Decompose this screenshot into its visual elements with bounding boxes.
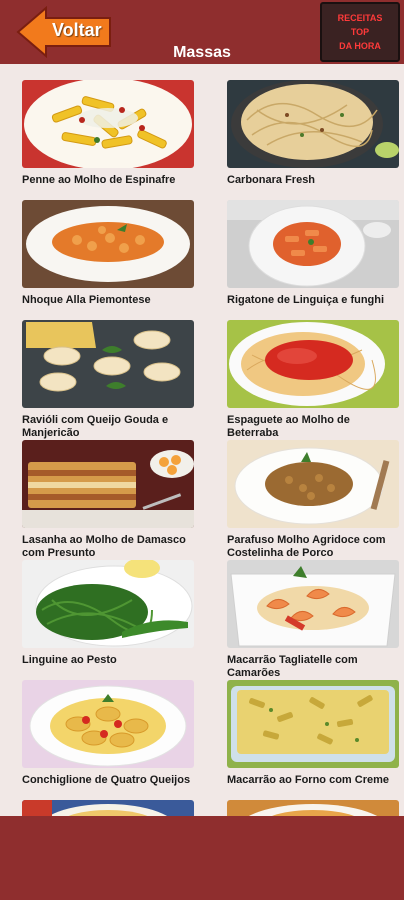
conchiglione-photo-icon [22, 680, 194, 768]
badge-line-3: DA HORA [339, 41, 381, 51]
penne-photo-icon [22, 80, 194, 168]
pasta-photo-icon [22, 800, 194, 816]
recipe-name: Lasanha ao Molho de Damasco com Presunto [22, 534, 186, 559]
lasagna-photo-icon [22, 440, 194, 528]
footer-bar [0, 816, 404, 900]
recipe-card-gnocchi[interactable]: Nhoque Alla Piemontese [22, 200, 194, 307]
recipe-name: Ravióli com Queijo Gouda e Manjericão [22, 414, 169, 439]
baked-pasta-photo-icon [227, 680, 399, 768]
badge-line-2: TOP [350, 27, 370, 37]
recipe-list[interactable]: Penne ao Molho de Espinafre Carbonara Fr… [0, 64, 404, 816]
recipe-card-carbonara[interactable]: Carbonara Fresh [227, 80, 399, 187]
recipe-card-lasagna[interactable]: Lasanha ao Molho de Damasco com Presunto [22, 440, 194, 560]
recipe-name: Macarrão Tagliatelle com Camarões [227, 654, 358, 679]
recipe-name: Penne ao Molho de Espinafre [22, 174, 176, 186]
recipe-card-linguine[interactable]: Linguine ao Pesto [22, 560, 194, 667]
recipe-name: Linguine ao Pesto [22, 654, 117, 666]
recipe-name: Espaguete ao Molho de Beterraba [227, 414, 350, 439]
linguine-photo-icon [22, 560, 194, 648]
recipe-name: Rigatone de Linguiça e funghi [227, 294, 385, 306]
ravioli-photo-icon [22, 320, 194, 408]
recipe-card-penne[interactable]: Penne ao Molho de Espinafre [22, 80, 194, 187]
recipe-card-partial-left[interactable] [22, 800, 194, 816]
fusilli-photo-icon [227, 440, 399, 528]
recipe-name: Nhoque Alla Piemontese [22, 294, 151, 306]
recipe-name: Parafuso Molho Agridoce com Costelinha d… [227, 534, 386, 559]
app-logo-badge: RECEITAS TOP DA HORA [320, 2, 400, 62]
recipe-card-fusilli[interactable]: Parafuso Molho Agridoce com Costelinha d… [227, 440, 399, 560]
recipe-card-spaghetti[interactable]: Espaguete ao Molho de Beterraba [227, 320, 399, 440]
carbonara-photo-icon [227, 80, 399, 168]
recipe-card-baked-pasta[interactable]: Macarrão ao Forno com Creme [227, 680, 399, 787]
rigatoni-photo-icon [227, 200, 399, 288]
recipe-card-ravioli[interactable]: Ravióli com Queijo Gouda e Manjericão [22, 320, 194, 440]
recipe-name: Carbonara Fresh [227, 174, 316, 186]
gnocchi-photo-icon [22, 200, 194, 288]
tagliatelle-photo-icon [227, 560, 399, 648]
recipe-card-tagliatelle[interactable]: Macarrão Tagliatelle com Camarões [227, 560, 399, 680]
recipe-card-partial-right[interactable] [227, 800, 399, 816]
header-bar: Voltar Massas RECEITAS TOP DA HORA [0, 0, 404, 64]
recipe-card-rigatoni[interactable]: Rigatone de Linguiça e funghi [227, 200, 399, 307]
back-button-label: Voltar [52, 20, 102, 40]
recipe-name: Conchiglione de Quatro Queijos [22, 774, 191, 786]
pasta-photo-icon [227, 800, 399, 816]
badge-line-1: RECEITAS [337, 13, 383, 23]
recipe-card-conchiglione[interactable]: Conchiglione de Quatro Queijos [22, 680, 194, 787]
recipe-name: Macarrão ao Forno com Creme [227, 774, 389, 786]
spaghetti-photo-icon [227, 320, 399, 408]
